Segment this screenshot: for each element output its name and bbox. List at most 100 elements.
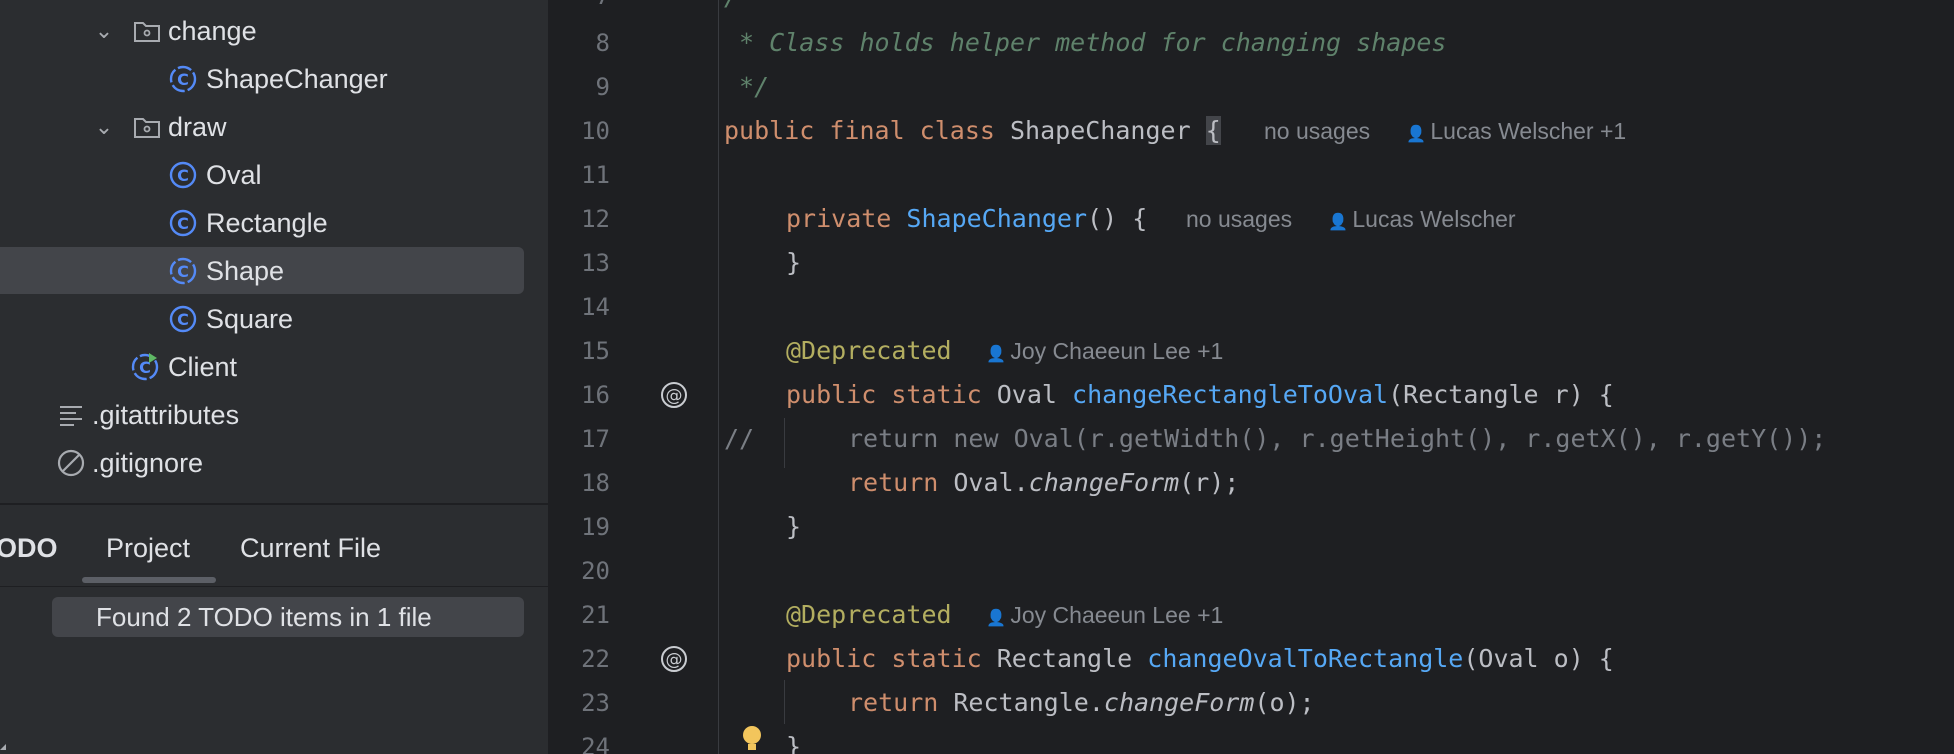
tree-item-label: change <box>168 15 257 46</box>
commented-code: return new Oval(r.getWidth(), r.getHeigh… <box>848 424 1827 453</box>
tree-item-label: .gitignore <box>92 447 204 478</box>
line-number: 14 <box>581 293 610 321</box>
static-method-call: changeForm <box>1028 468 1180 497</box>
tree-item-draw[interactable]: ⌄ draw <box>0 104 548 150</box>
code-line-15: @Deprecated <box>786 336 952 365</box>
svg-text:@: @ <box>666 650 683 670</box>
author-hint[interactable]: 👤 Joy Chaeeun Lee +1 <box>986 338 1223 365</box>
tree-item-gitattributes[interactable]: .gitattributes <box>0 392 548 438</box>
author-name: Lucas Welscher +1 <box>1430 118 1627 144</box>
tab-project[interactable]: Project <box>106 533 190 564</box>
tab-current-file[interactable]: Current File <box>240 533 381 564</box>
code-rest: (r); <box>1179 468 1240 497</box>
class-icon: C <box>169 209 197 237</box>
class-icon: C <box>169 305 197 333</box>
constructor-name: ShapeChanger <box>906 204 1088 233</box>
keyword: public final class <box>724 116 995 145</box>
code-prefix: Rectangle. <box>953 688 1104 717</box>
tree-item-shapechanger[interactable]: C ShapeChanger <box>0 56 548 102</box>
todo-summary-row[interactable]: Found 2 TODO items in 1 file <box>52 597 524 637</box>
code-line-12: private ShapeChanger() { <box>786 204 1147 233</box>
code-line-21: @Deprecated <box>786 600 952 629</box>
indent-guide <box>784 418 785 468</box>
tab-todo[interactable]: ODO <box>0 533 58 564</box>
package-folder-icon <box>134 22 160 42</box>
chevron-down-icon[interactable]: ⌄ <box>92 19 116 43</box>
svg-text:C: C <box>177 70 189 89</box>
matched-brace: { <box>1205 116 1221 145</box>
line-number: 7 <box>550 0 610 10</box>
person-icon: 👤 <box>1406 126 1431 143</box>
code-rest: (o); <box>1254 688 1315 717</box>
line-number: 10 <box>581 117 610 145</box>
tree-item-label: Square <box>206 303 294 334</box>
usages-hint[interactable]: no usages <box>1264 118 1370 145</box>
resize-corner-icon <box>0 744 6 750</box>
line-number: 18 <box>581 469 610 497</box>
return-type: Oval <box>996 380 1057 409</box>
overridden-method-icon[interactable]: @ <box>659 644 689 674</box>
svg-text:@: @ <box>666 386 683 406</box>
tree-item-label: Rectangle <box>206 207 328 238</box>
author-hint[interactable]: 👤 Lucas Welscher +1 <box>1406 118 1626 145</box>
code-rest: (Rectangle r) { <box>1388 380 1614 409</box>
keyword: public static <box>786 644 982 673</box>
code-line-16: public static Oval changeRectangleToOval… <box>786 380 1614 409</box>
code-editor[interactable]: 7 8 9 10 11 12 13 14 15 16 17 18 19 20 2… <box>550 0 1954 754</box>
author-name: Lucas Welscher <box>1352 206 1516 232</box>
tree-item-client[interactable]: C Client <box>0 344 548 390</box>
line-number: 17 <box>581 425 610 453</box>
person-icon: 👤 <box>1328 214 1353 231</box>
tree-item-label: Oval <box>206 159 262 190</box>
code-line-8: * Class holds helper method for changing… <box>724 28 1447 57</box>
tree-item-oval[interactable]: C Oval <box>0 152 548 198</box>
class-name: ShapeChanger <box>1010 116 1191 145</box>
active-tab-indicator <box>82 577 216 583</box>
method-name: changeOvalToRectangle <box>1147 644 1464 673</box>
line-number: 12 <box>581 205 610 233</box>
person-icon: 👤 <box>986 610 1011 627</box>
line-number: 15 <box>581 337 610 365</box>
abstract-class-icon: C <box>169 65 197 93</box>
chevron-down-icon[interactable]: ⌄ <box>92 115 116 139</box>
author-name: Joy Chaeeun Lee +1 <box>1010 602 1224 628</box>
fold-gutter-line <box>718 0 719 754</box>
return-type: Rectangle <box>996 644 1133 673</box>
tree-item-label: ShapeChanger <box>206 63 388 94</box>
person-icon: 👤 <box>986 346 1011 363</box>
code-line-13: } <box>786 248 802 277</box>
package-folder-icon <box>134 118 160 138</box>
lightbulb-icon[interactable] <box>740 724 764 754</box>
tree-item-rectangle[interactable]: C Rectangle <box>0 200 548 246</box>
author-hint[interactable]: 👤 Joy Chaeeun Lee +1 <box>986 602 1223 629</box>
code-line-9: */ <box>724 72 770 101</box>
svg-text:C: C <box>177 166 189 185</box>
keyword: return <box>848 688 939 717</box>
svg-text:C: C <box>177 310 189 329</box>
text-file-icon <box>60 406 82 426</box>
code-line-19: } <box>786 512 802 541</box>
line-number: 21 <box>581 601 610 629</box>
ignored-file-icon <box>57 449 85 477</box>
code-rest: (Oval o) { <box>1463 644 1614 673</box>
author-hint[interactable]: 👤 Lucas Welscher <box>1328 206 1516 233</box>
tree-item-label: draw <box>168 111 227 142</box>
todo-summary-text: Found 2 TODO items in 1 file <box>96 601 432 632</box>
line-number: 16 <box>581 381 610 409</box>
todo-tab-bar: ODO Project Current File <box>0 505 548 585</box>
code-line-23: return Rectangle.changeForm(o); <box>848 688 1315 717</box>
tree-item-square[interactable]: C Square <box>0 296 548 342</box>
tree-item-change[interactable]: ⌄ change <box>0 8 548 54</box>
code-line-17: // <box>724 424 754 453</box>
keyword: public static <box>786 380 982 409</box>
author-name: Joy Chaeeun Lee +1 <box>1010 338 1224 364</box>
code-prefix: Oval. <box>953 468 1029 497</box>
overridden-method-icon[interactable]: @ <box>659 380 689 410</box>
code-line-22: public static Rectangle changeOvalToRect… <box>786 644 1614 673</box>
usages-hint[interactable]: no usages <box>1186 206 1292 233</box>
line-number: 20 <box>581 557 610 585</box>
tree-item-shape[interactable]: C Shape <box>0 248 548 294</box>
tree-item-gitignore[interactable]: .gitignore <box>0 440 548 486</box>
svg-text:C: C <box>177 214 189 233</box>
method-name: changeRectangleToOval <box>1072 380 1389 409</box>
